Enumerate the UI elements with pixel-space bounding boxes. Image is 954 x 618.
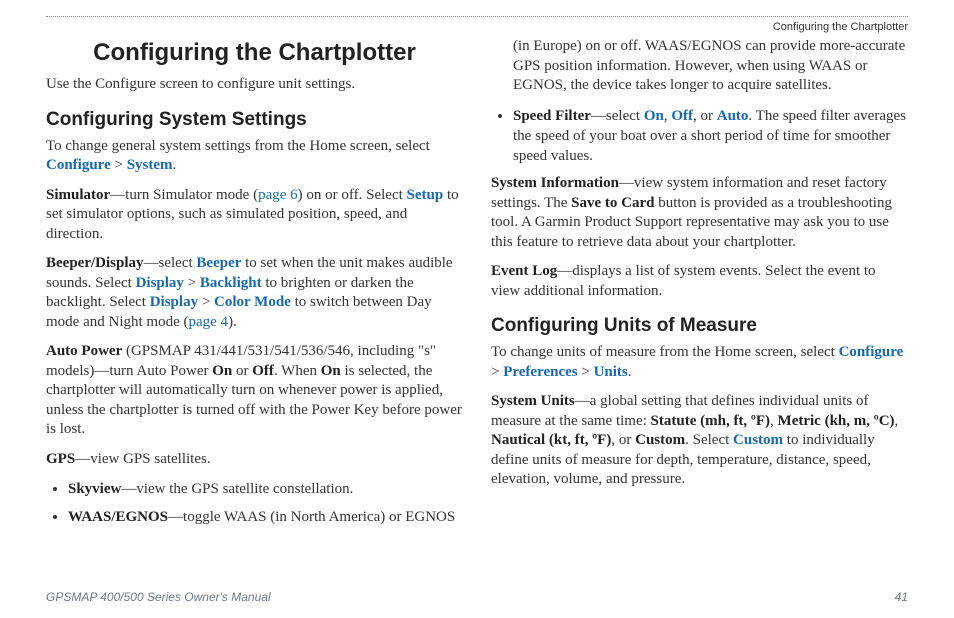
value-off: Off: [252, 363, 274, 379]
gps-list: Skyview—view the GPS satellite constella…: [54, 479, 463, 528]
label-waas: WAAS/EGNOS: [68, 509, 168, 525]
para-gps: GPS—view GPS satellites.: [46, 450, 463, 470]
link-display-1[interactable]: Display: [136, 275, 184, 291]
value-nautical: Nautical (kt, ft, ºF): [491, 432, 611, 448]
para-system-information: System Information—view system informati…: [491, 174, 908, 252]
gps-list-continued: Speed Filter—select On, Off, or Auto. Th…: [499, 106, 908, 167]
two-column-layout: Configuring the Chartplotter Use the Con…: [46, 37, 908, 536]
column-right: (in Europe) on or off. WAAS/EGNOS can pr…: [491, 37, 908, 536]
label-system-information: System Information: [491, 175, 619, 191]
para-auto-power: Auto Power (GPSMAP 431/441/531/541/536/5…: [46, 342, 463, 440]
list-item-speed-filter: Speed Filter—select On, Off, or Auto. Th…: [513, 106, 908, 167]
value-statute: Statute (mh, ft, ºF): [651, 413, 771, 429]
link-sf-off[interactable]: Off: [671, 108, 693, 124]
footer-manual-name: GPSMAP 400/500 Series Owner's Manual: [46, 590, 271, 604]
para-system-units: System Units—a global setting that defin…: [491, 392, 908, 490]
footer-page-number: 41: [895, 590, 908, 604]
text: >: [111, 157, 127, 173]
link-preferences[interactable]: Preferences: [503, 364, 577, 380]
units-lead: To change units of measure from the Home…: [491, 343, 908, 382]
top-rule: [46, 16, 908, 17]
label-speed-filter: Speed Filter: [513, 108, 591, 124]
list-item-waas: WAAS/EGNOS—toggle WAAS (in North America…: [68, 507, 463, 527]
link-page-6[interactable]: page 6: [258, 187, 298, 203]
text: —select: [144, 255, 197, 271]
para-simulator: Simulator—turn Simulator mode (page 6) o…: [46, 186, 463, 245]
label-auto-power: Auto Power: [46, 343, 122, 359]
para-waas-continued: (in Europe) on or off. WAAS/EGNOS can pr…: [491, 37, 908, 96]
text: —view GPS satellites.: [75, 451, 210, 467]
text: >: [578, 364, 594, 380]
text: —view the GPS satellite constellation.: [121, 481, 353, 497]
text: .: [173, 157, 177, 173]
label-event-log: Event Log: [491, 263, 557, 279]
text: ) on or off. Select: [298, 187, 407, 203]
text: ,: [770, 413, 778, 429]
label-system-units: System Units: [491, 393, 575, 409]
column-left: Configuring the Chartplotter Use the Con…: [46, 37, 463, 536]
link-custom[interactable]: Custom: [733, 432, 783, 448]
link-sf-auto[interactable]: Auto: [717, 108, 749, 124]
text: >: [491, 364, 503, 380]
text: , or: [611, 432, 635, 448]
link-display-2[interactable]: Display: [150, 294, 198, 310]
manual-page: Configuring the Chartplotter Configuring…: [0, 0, 954, 618]
section-system-settings: Configuring System Settings: [46, 109, 463, 131]
text: ).: [228, 314, 237, 330]
text: . Select: [685, 432, 733, 448]
label-beeper-display: Beeper/Display: [46, 255, 144, 271]
list-item-skyview: Skyview—view the GPS satellite constella…: [68, 479, 463, 499]
running-header: Configuring the Chartplotter: [46, 21, 908, 33]
text: To change units of measure from the Home…: [491, 344, 839, 360]
text: or: [232, 363, 252, 379]
system-settings-lead: To change general system settings from t…: [46, 137, 463, 176]
value-metric: Metric (kh, m, ºC): [778, 413, 895, 429]
text: To change general system settings from t…: [46, 138, 430, 154]
para-beeper-display: Beeper/Display—select Beeper to set when…: [46, 254, 463, 332]
link-backlight[interactable]: Backlight: [200, 275, 262, 291]
link-sf-on[interactable]: On: [644, 108, 664, 124]
intro-text: Use the Configure screen to configure un…: [46, 75, 463, 95]
link-setup[interactable]: Setup: [407, 187, 444, 203]
link-page-4[interactable]: page 4: [188, 314, 228, 330]
text: >: [198, 294, 214, 310]
text: , or: [693, 108, 717, 124]
label-simulator: Simulator: [46, 187, 110, 203]
label-gps: GPS: [46, 451, 75, 467]
text: >: [184, 275, 200, 291]
text: . When: [274, 363, 321, 379]
label-save-to-card: Save to Card: [571, 195, 654, 211]
text: ,: [895, 413, 899, 429]
link-color-mode[interactable]: Color Mode: [214, 294, 291, 310]
text: —toggle WAAS (in North America) or EGNOS: [168, 509, 455, 525]
link-system[interactable]: System: [127, 157, 173, 173]
text: —select: [591, 108, 644, 124]
para-event-log: Event Log—displays a list of system even…: [491, 262, 908, 301]
value-on: On: [212, 363, 232, 379]
label-skyview: Skyview: [68, 481, 121, 497]
value-on-2: On: [321, 363, 341, 379]
value-custom: Custom: [635, 432, 685, 448]
page-footer: GPSMAP 400/500 Series Owner's Manual 41: [46, 590, 908, 604]
link-configure-2[interactable]: Configure: [839, 344, 904, 360]
link-configure[interactable]: Configure: [46, 157, 111, 173]
link-units[interactable]: Units: [594, 364, 628, 380]
chapter-title: Configuring the Chartplotter: [46, 39, 463, 67]
section-units-of-measure: Configuring Units of Measure: [491, 315, 908, 337]
link-beeper[interactable]: Beeper: [196, 255, 241, 271]
text: .: [628, 364, 632, 380]
text: —turn Simulator mode (: [110, 187, 258, 203]
